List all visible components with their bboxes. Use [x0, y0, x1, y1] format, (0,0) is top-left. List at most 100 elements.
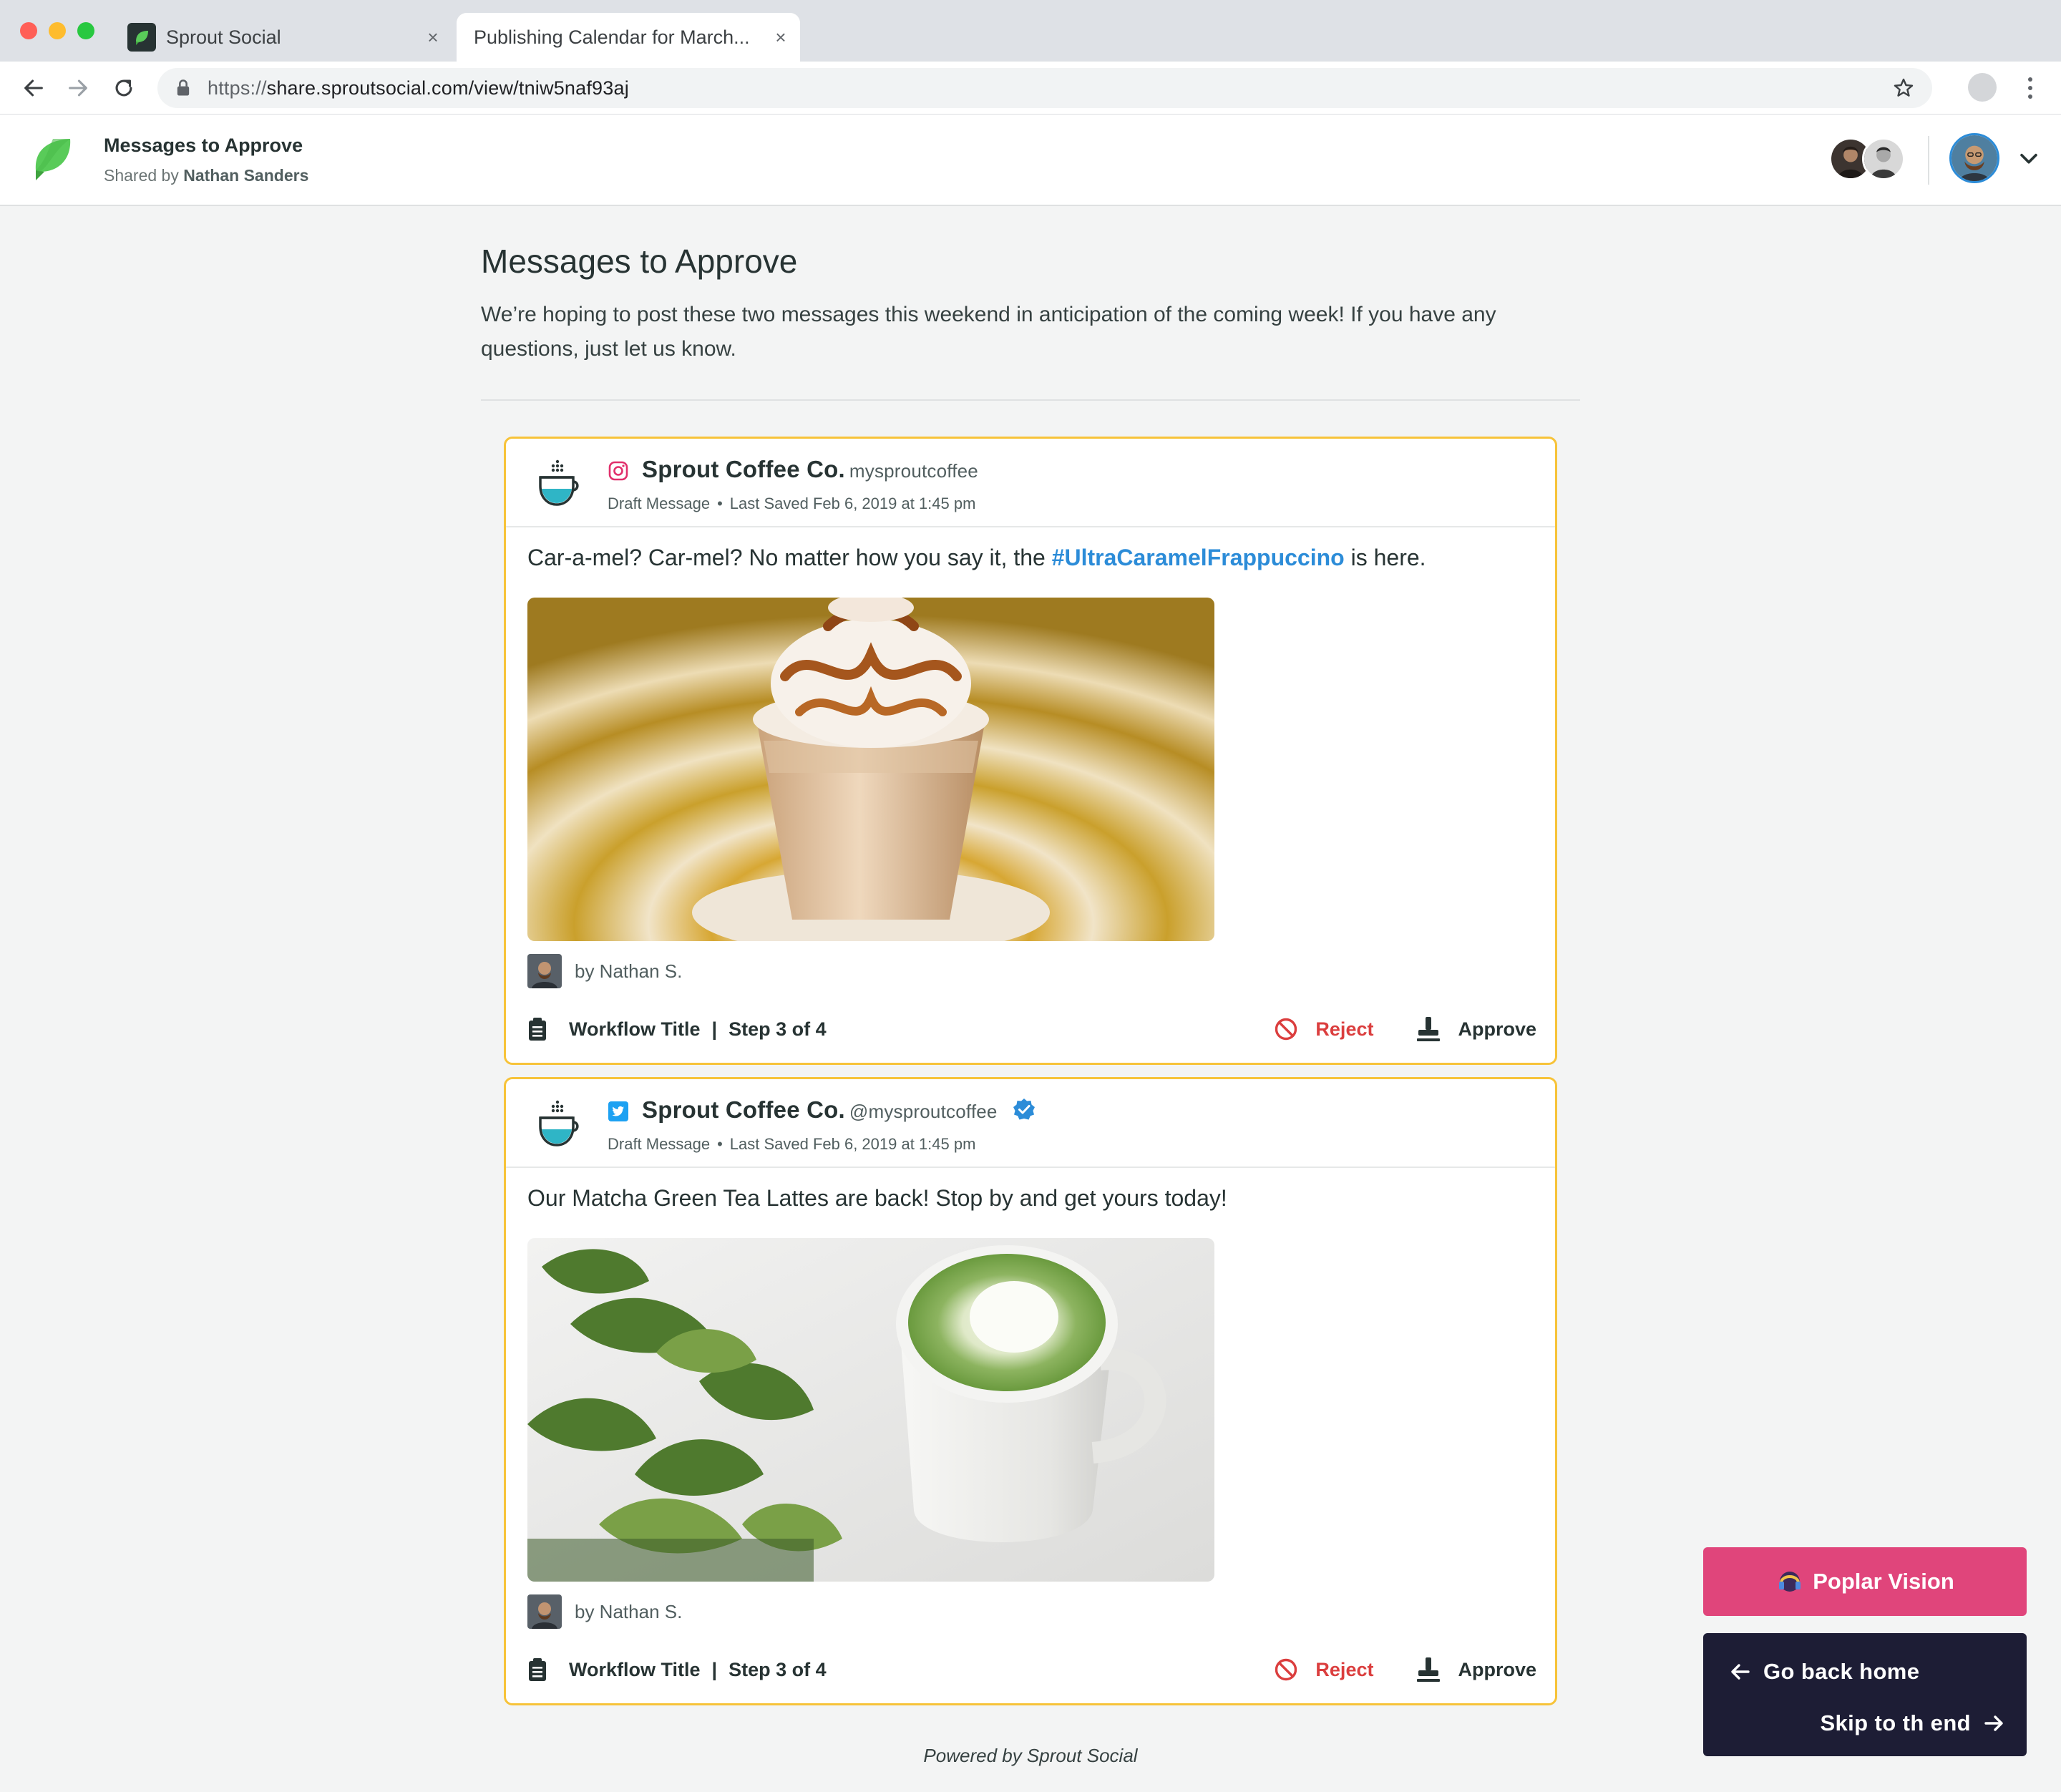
verified-badge-icon: [1013, 1099, 1035, 1120]
tab-close-icon[interactable]: ×: [421, 26, 445, 49]
go-back-home-button[interactable]: Go back home: [1729, 1659, 1919, 1685]
caramel-frappuccino-image: [527, 598, 1214, 941]
collaborator-avatars[interactable]: [1829, 136, 1908, 182]
message-card: Sprout Coffee Co. @mysproutcoffee Draft M…: [504, 1077, 1557, 1705]
message-text-part: Car-a-mel? Car-mel? No matter how you sa…: [527, 545, 1052, 570]
message-status: Draft Message: [608, 495, 711, 512]
tab-title: Sprout Social: [166, 26, 281, 48]
workflow-step: Step 3 of 4: [729, 1018, 827, 1040]
last-saved: Last Saved Feb 6, 2019 at 1:45 pm: [729, 1135, 976, 1153]
coffee-cup-logo-icon: [539, 459, 579, 506]
tab-title: Publishing Calendar for March...: [474, 26, 750, 48]
coffee-cup-logo-icon: [539, 1100, 579, 1146]
instagram-icon: [608, 461, 628, 481]
browser-profile-avatar[interactable]: [1968, 73, 1997, 102]
stamp-icon: [1417, 1657, 1441, 1682]
shared-by-name: Nathan Sanders: [183, 166, 309, 185]
shared-by-prefix: Shared by: [104, 166, 184, 185]
window-minimize-button[interactable]: [49, 22, 66, 39]
clipboard-icon: [529, 1658, 546, 1681]
message-author: by Nathan S.: [527, 1594, 682, 1629]
reject-label: Reject: [1315, 1658, 1374, 1680]
chevron-down-icon[interactable]: [2017, 146, 2041, 170]
window-zoom-button[interactable]: [77, 22, 94, 39]
browser-toolbar: https://share.sproutsocial.com/view/tniw…: [0, 62, 2061, 115]
message-text: Our Matcha Green Tea Lattes are back! St…: [527, 1185, 1227, 1211]
skip-to-end-label: Skip to th end: [1820, 1710, 1971, 1735]
address-bar[interactable]: https://share.sproutsocial.com/view/tniw…: [157, 68, 1932, 108]
tab-sprout-social[interactable]: Sprout Social ×: [116, 13, 452, 62]
author-name: by Nathan S.: [575, 960, 683, 982]
back-arrow-icon[interactable]: [19, 73, 49, 103]
message-meta: Draft Message • Last Saved Feb 6, 2019 at …: [608, 495, 976, 512]
poplar-vision-button[interactable]: Poplar Vision: [1703, 1547, 2027, 1616]
message-card: Sprout Coffee Co. mysproutcoffee Draft Me…: [504, 437, 1557, 1065]
app-header: Messages to Approve Shared by Nathan San…: [0, 115, 2061, 206]
message-header: Sprout Coffee Co. mysproutcoffee Draft Me…: [506, 439, 1555, 527]
reject-button[interactable]: Reject: [1274, 1657, 1373, 1682]
workflow-title: Workflow Title: [569, 1018, 701, 1040]
workflow-separator: |: [711, 1658, 718, 1680]
hashtag-link[interactable]: #UltraCaramelFrappuccino: [1052, 545, 1345, 570]
message-header: Sprout Coffee Co. @mysproutcoffee Draft M…: [506, 1079, 1555, 1168]
browser-menu-icon[interactable]: [2019, 72, 2041, 104]
message-text: Car-a-mel? Car-mel? No matter how you sa…: [527, 545, 1426, 571]
reload-icon[interactable]: [109, 73, 139, 103]
sprout-logo-icon: [35, 139, 71, 180]
tab-close-icon[interactable]: ×: [769, 26, 793, 49]
workflow-step: Step 3 of 4: [729, 1658, 827, 1680]
user-avatar[interactable]: [1949, 133, 1999, 183]
author-avatar: [527, 1594, 562, 1629]
profile-handle: mysproutcoffee: [849, 460, 978, 482]
author-avatar: [527, 954, 562, 988]
prohibited-icon: [1275, 1018, 1297, 1041]
browser-tab-strip: Sprout Social × Publishing Calendar for …: [0, 0, 2061, 62]
approve-button[interactable]: Approve: [1416, 1016, 1536, 1043]
approve-button[interactable]: Approve: [1416, 1656, 1536, 1683]
message-footer: Workflow Title | Step 3 of 4 Reject Appr…: [527, 1652, 1536, 1688]
author-name: by Nathan S.: [575, 1600, 683, 1622]
url-text: https://share.sproutsocial.com/view/tniw…: [208, 77, 629, 99]
divider: [481, 399, 1580, 401]
clipboard-icon: [529, 1018, 546, 1041]
stamp-icon: [1417, 1017, 1441, 1041]
collaborator-avatar[interactable]: [1862, 137, 1905, 180]
url-rest: share.sproutsocial.com/view/tniw5naf93aj: [266, 77, 629, 99]
approve-label: Approve: [1458, 1658, 1536, 1680]
arrow-left-icon: [1731, 1664, 1750, 1680]
forward-arrow-icon[interactable]: [63, 73, 93, 103]
go-back-home-label: Go back home: [1763, 1659, 1920, 1684]
arrow-right-icon: [1984, 1715, 2003, 1731]
lock-icon: [177, 79, 190, 96]
approve-label: Approve: [1458, 1018, 1536, 1040]
header-divider: [1928, 136, 1929, 185]
reject-label: Reject: [1315, 1018, 1374, 1040]
workflow-separator: |: [711, 1018, 718, 1040]
message-author: by Nathan S.: [527, 954, 682, 988]
header-title: Messages to Approve: [104, 135, 303, 156]
message-status: Draft Message: [608, 1135, 711, 1153]
message-text-part: is here.: [1344, 545, 1426, 570]
profile-handle: @mysproutcoffee: [849, 1101, 998, 1122]
window-close-button[interactable]: [20, 22, 37, 39]
message-meta: Draft Message • Last Saved Feb 6, 2019 at …: [608, 1135, 976, 1153]
tour-navigation: Go back home Skip to th end: [1703, 1633, 2027, 1756]
prohibited-icon: [1275, 1658, 1297, 1681]
reject-button[interactable]: Reject: [1274, 1017, 1373, 1041]
tab-publishing-calendar[interactable]: Publishing Calendar for March... ×: [457, 13, 800, 62]
shared-by-text: Shared by Nathan Sanders: [104, 166, 308, 185]
brand-name: Sprout Coffee Co. mysproutcoffee: [642, 456, 978, 483]
brand-name-text: Sprout Coffee Co.: [642, 456, 845, 482]
page-description: We’re hoping to post these two messages …: [481, 303, 1496, 361]
message-footer: Workflow Title | Step 3 of 4 Reject Appr…: [527, 1011, 1536, 1047]
brand-name-text: Sprout Coffee Co.: [642, 1096, 845, 1123]
skip-to-end-button[interactable]: Skip to th end: [1820, 1710, 2005, 1736]
page-title: Messages to Approve: [481, 243, 798, 280]
last-saved: Last Saved Feb 6, 2019 at 1:45 pm: [729, 495, 976, 512]
sprout-favicon-icon: [127, 23, 156, 52]
bookmark-star-icon[interactable]: [1892, 77, 1915, 99]
twitter-icon: [608, 1101, 628, 1121]
brand-name: Sprout Coffee Co. @mysproutcoffee: [642, 1096, 1036, 1124]
matcha-latte-image: [527, 1238, 1214, 1582]
workflow-title: Workflow Title: [569, 1658, 701, 1680]
